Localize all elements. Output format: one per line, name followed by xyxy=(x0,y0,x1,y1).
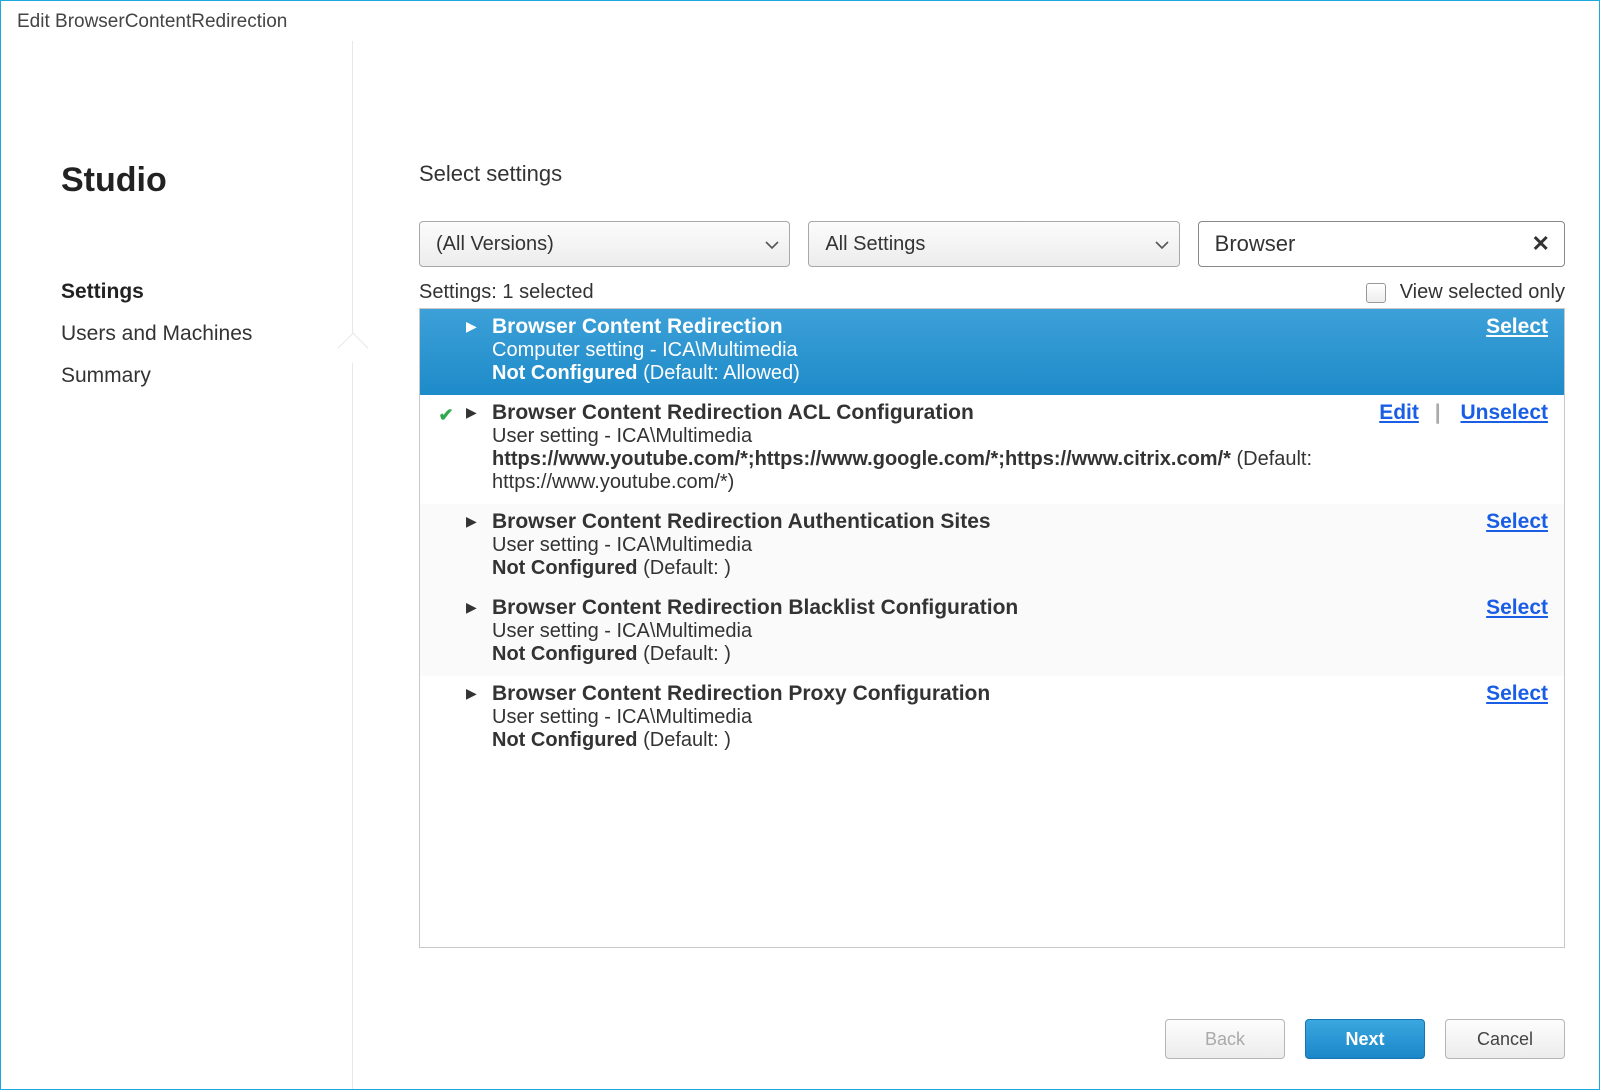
scope-filter-value: All Settings xyxy=(825,233,925,256)
view-selected-only-checkbox[interactable] xyxy=(1366,283,1386,303)
setting-title: Browser Content Redirection xyxy=(492,315,783,339)
studio-logo: Studio xyxy=(61,161,353,200)
setting-config: Not Configured (Default: ) xyxy=(492,643,1548,666)
checkmark-icon: ✔ xyxy=(438,405,453,425)
setting-config-value: Not Configured xyxy=(492,557,638,579)
scope-filter-dropdown[interactable]: All Settings xyxy=(808,221,1179,267)
sidebar: Studio Settings Users and Machines Summa… xyxy=(1,41,353,1089)
setting-subtitle: User setting - ICA\Multimedia xyxy=(492,425,1548,448)
setting-config-default: (Default: ) xyxy=(638,729,731,751)
window-title: Edit BrowserContentRedirection xyxy=(1,1,1599,41)
main-panel: Select settings (All Versions) All Setti… xyxy=(353,41,1585,1089)
search-input[interactable] xyxy=(1213,230,1526,258)
view-selected-only-label: View selected only xyxy=(1400,281,1565,303)
expand-icon[interactable]: ▶ xyxy=(466,685,477,702)
setting-row[interactable]: ▶ Browser Content Redirection Select Com… xyxy=(420,309,1564,395)
version-filter-value: (All Versions) xyxy=(436,233,554,256)
sidebar-item-summary[interactable]: Summary xyxy=(61,364,353,388)
sidebar-item-users-machines[interactable]: Users and Machines xyxy=(61,322,353,346)
edit-link[interactable]: Edit xyxy=(1379,401,1419,424)
sidebar-divider xyxy=(352,41,353,1089)
setting-config-default: (Default: ) xyxy=(638,557,731,579)
setting-config: Not Configured (Default: Allowed) xyxy=(492,362,1548,385)
dialog-window: Edit BrowserContentRedirection Studio Se… xyxy=(0,0,1600,1090)
action-separator: | xyxy=(1435,401,1441,424)
sidebar-nav: Settings Users and Machines Summary xyxy=(61,280,353,388)
cancel-button[interactable]: Cancel xyxy=(1445,1019,1565,1059)
setting-actions: Select xyxy=(1476,682,1548,706)
select-link[interactable]: Select xyxy=(1486,682,1548,705)
setting-config-default: (Default: Allowed) xyxy=(638,362,800,384)
setting-actions: Select xyxy=(1476,510,1548,534)
setting-title: Browser Content Redirection Proxy Config… xyxy=(492,682,990,706)
sidebar-item-settings[interactable]: Settings xyxy=(61,280,353,304)
search-box: ✕ xyxy=(1198,221,1565,267)
unselect-link[interactable]: Unselect xyxy=(1460,401,1548,424)
setting-config: Not Configured (Default: ) xyxy=(492,557,1548,580)
expand-icon[interactable]: ▶ xyxy=(466,318,477,335)
back-button: Back xyxy=(1165,1019,1285,1059)
expand-icon[interactable]: ▶ xyxy=(466,513,477,530)
selected-indicator: ✔ xyxy=(434,405,458,426)
version-filter-dropdown[interactable]: (All Versions) xyxy=(419,221,790,267)
setting-row[interactable]: ▶ Browser Content Redirection Blacklist … xyxy=(420,590,1564,676)
setting-subtitle: User setting - ICA\Multimedia xyxy=(492,706,1548,729)
setting-config-default: (Default: ) xyxy=(638,643,731,665)
filter-row: (All Versions) All Settings ✕ xyxy=(419,221,1565,267)
settings-list: ▶ Browser Content Redirection Select Com… xyxy=(419,308,1565,948)
setting-row[interactable]: ▶ Browser Content Redirection Authentica… xyxy=(420,504,1564,590)
setting-subtitle: User setting - ICA\Multimedia xyxy=(492,534,1548,557)
setting-title: Browser Content Redirection Blacklist Co… xyxy=(492,596,1018,620)
setting-config-value: https://www.youtube.com/*;https://www.go… xyxy=(492,448,1231,470)
page-title: Select settings xyxy=(419,161,1565,187)
expand-icon[interactable]: ▶ xyxy=(466,404,477,421)
setting-subtitle: Computer setting - ICA\Multimedia xyxy=(492,339,1548,362)
setting-config: Not Configured (Default: ) xyxy=(492,729,1548,752)
expand-icon[interactable]: ▶ xyxy=(466,599,477,616)
dialog-body: Studio Settings Users and Machines Summa… xyxy=(1,41,1599,1089)
wizard-buttons: Back Next Cancel xyxy=(419,995,1565,1059)
setting-actions: Select xyxy=(1476,315,1548,339)
setting-config-value: Not Configured xyxy=(492,643,638,665)
settings-count-row: Settings: 1 selected View selected only xyxy=(419,281,1565,304)
setting-config: https://www.youtube.com/*;https://www.go… xyxy=(492,448,1422,494)
settings-count-value: 1 selected xyxy=(502,281,593,303)
select-link[interactable]: Select xyxy=(1486,315,1548,338)
setting-actions: Edit | Unselect xyxy=(1369,401,1548,425)
settings-count-label: Settings: xyxy=(419,281,497,303)
setting-config-value: Not Configured xyxy=(492,362,638,384)
chevron-down-icon xyxy=(765,233,779,256)
setting-config-value: Not Configured xyxy=(492,729,638,751)
setting-row[interactable]: ✔ ▶ Browser Content Redirection ACL Conf… xyxy=(420,395,1564,504)
next-button[interactable]: Next xyxy=(1305,1019,1425,1059)
setting-title: Browser Content Redirection ACL Configur… xyxy=(492,401,974,425)
setting-title: Browser Content Redirection Authenticati… xyxy=(492,510,991,534)
select-link[interactable]: Select xyxy=(1486,510,1548,533)
clear-search-icon[interactable]: ✕ xyxy=(1526,231,1556,257)
settings-count: Settings: 1 selected xyxy=(419,281,594,304)
chevron-down-icon xyxy=(1155,233,1169,256)
view-selected-only[interactable]: View selected only xyxy=(1366,281,1565,304)
setting-subtitle: User setting - ICA\Multimedia xyxy=(492,620,1548,643)
setting-actions: Select xyxy=(1476,596,1548,620)
select-link[interactable]: Select xyxy=(1486,596,1548,619)
setting-row[interactable]: ▶ Browser Content Redirection Proxy Conf… xyxy=(420,676,1564,762)
